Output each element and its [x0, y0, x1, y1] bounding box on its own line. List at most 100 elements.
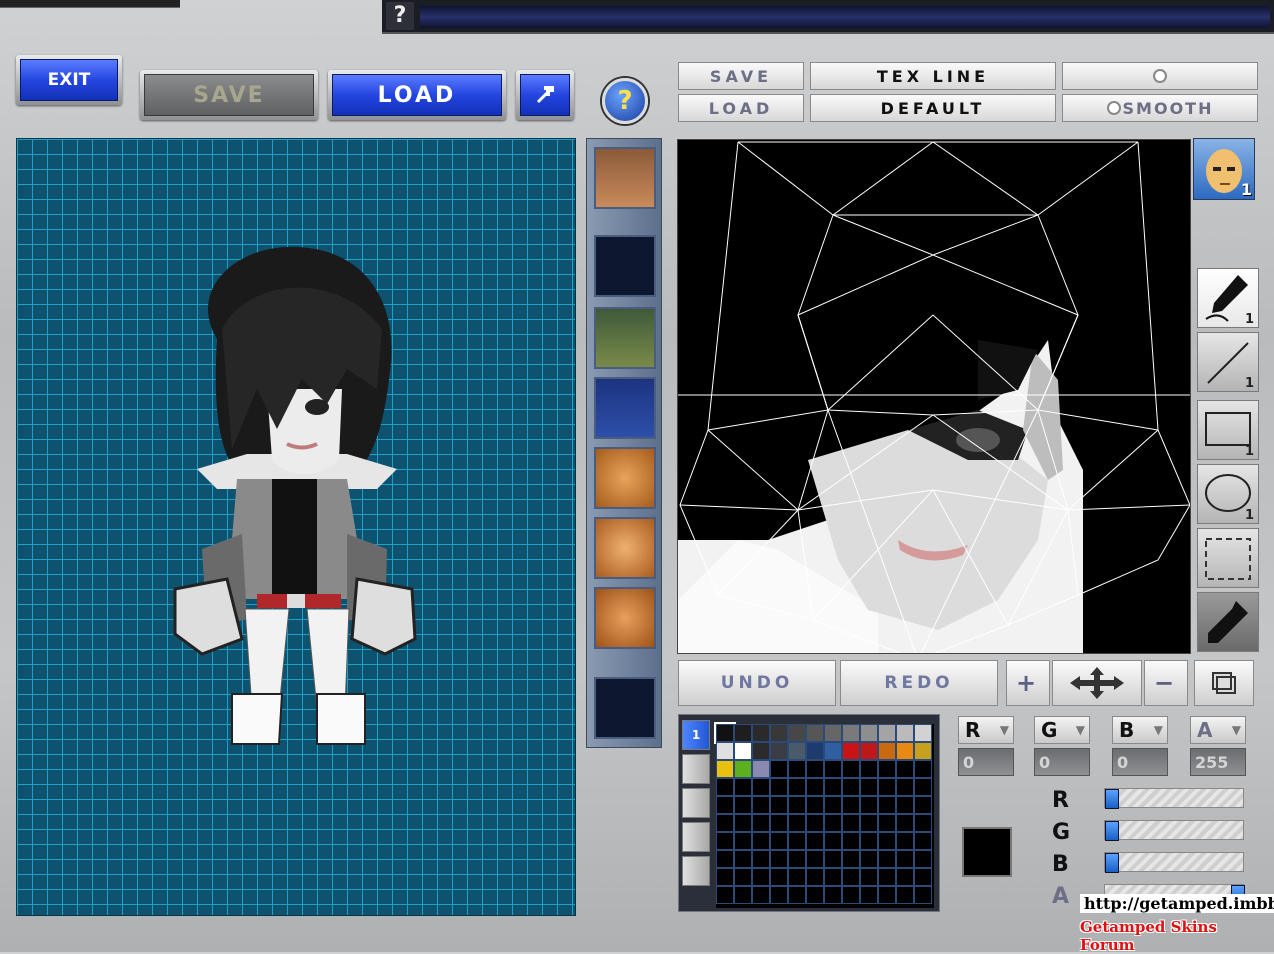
palette-cell[interactable]: [914, 868, 932, 886]
palette-cell[interactable]: [752, 742, 770, 760]
palette-cell[interactable]: [860, 724, 878, 742]
palette-cell[interactable]: [716, 778, 734, 796]
palette-cell[interactable]: [878, 724, 896, 742]
palette-cell[interactable]: [716, 814, 734, 832]
part-slot-face-2[interactable]: [594, 517, 656, 579]
tex-load-button[interactable]: LOAD: [678, 94, 804, 122]
palette-cell[interactable]: [752, 814, 770, 832]
eyedropper-tool[interactable]: [1197, 592, 1259, 652]
palette-tab-4[interactable]: [682, 822, 710, 852]
palette-cell[interactable]: [788, 796, 806, 814]
palette-cell[interactable]: [842, 832, 860, 850]
palette-cell[interactable]: [914, 850, 932, 868]
help-question-icon[interactable]: ?: [602, 78, 648, 124]
palette-cell[interactable]: [788, 886, 806, 904]
palette-cell[interactable]: [752, 850, 770, 868]
palette-cell[interactable]: [824, 868, 842, 886]
tex-save-button[interactable]: SAVE: [678, 62, 804, 90]
b-channel-select[interactable]: B ▼: [1112, 716, 1168, 744]
palette-cell[interactable]: [860, 832, 878, 850]
palette-cell[interactable]: [896, 724, 914, 742]
palette-cell[interactable]: [896, 796, 914, 814]
palette-cell[interactable]: [824, 742, 842, 760]
palette-cell[interactable]: [752, 868, 770, 886]
palette-cell[interactable]: [806, 778, 824, 796]
palette-cell[interactable]: [896, 832, 914, 850]
b-slider[interactable]: [1104, 852, 1244, 873]
palette-cell[interactable]: [914, 796, 932, 814]
palette-cell[interactable]: [734, 814, 752, 832]
a-value-field[interactable]: 255: [1190, 748, 1246, 776]
palette-cell[interactable]: [878, 868, 896, 886]
palette-cell[interactable]: [878, 778, 896, 796]
palette-cell[interactable]: [824, 724, 842, 742]
palette-cell[interactable]: [860, 886, 878, 904]
palette-cell[interactable]: [824, 796, 842, 814]
palette-cell[interactable]: [878, 742, 896, 760]
texline-button[interactable]: TEX LINE: [810, 62, 1056, 90]
palette-cell[interactable]: [716, 886, 734, 904]
palette-cell[interactable]: [878, 760, 896, 778]
palette-cell[interactable]: [824, 778, 842, 796]
b-value-field[interactable]: 0: [1112, 748, 1168, 776]
palette-cell[interactable]: [788, 850, 806, 868]
palette-cell[interactable]: [734, 850, 752, 868]
palette-cell[interactable]: [842, 796, 860, 814]
g-value-field[interactable]: 0: [1034, 748, 1090, 776]
palette-cell[interactable]: [824, 832, 842, 850]
palette-tab-1[interactable]: 1: [682, 720, 710, 750]
palette-cell[interactable]: [716, 742, 734, 760]
smooth-radio[interactable]: SMOOTH: [1062, 94, 1258, 122]
slider-knob[interactable]: [1105, 853, 1119, 873]
palette-cell[interactable]: [716, 760, 734, 778]
palette-cell[interactable]: [770, 760, 788, 778]
palette-cell[interactable]: [770, 724, 788, 742]
palette-cell[interactable]: [860, 742, 878, 760]
palette-cell[interactable]: [716, 796, 734, 814]
zoom-in-button[interactable]: +: [1006, 660, 1050, 706]
palette-grid[interactable]: [714, 722, 934, 908]
palette-cell[interactable]: [806, 796, 824, 814]
palette-cell[interactable]: [896, 742, 914, 760]
g-channel-select[interactable]: G ▼: [1034, 716, 1090, 744]
palette-cell[interactable]: [734, 886, 752, 904]
palette-cell[interactable]: [734, 760, 752, 778]
layer-toggle-button[interactable]: [1194, 660, 1254, 706]
palette-cell[interactable]: [896, 760, 914, 778]
hammer-button[interactable]: [516, 70, 574, 120]
model-preview[interactable]: [16, 138, 576, 916]
palette-cell[interactable]: [770, 742, 788, 760]
palette-cell[interactable]: [914, 724, 932, 742]
palette-cell[interactable]: [752, 724, 770, 742]
palette-cell[interactable]: [842, 814, 860, 832]
undo-button[interactable]: UNDO: [678, 660, 836, 706]
palette-cell[interactable]: [806, 814, 824, 832]
help-icon[interactable]: ?: [386, 2, 414, 30]
palette-cell[interactable]: [770, 832, 788, 850]
palette-cell[interactable]: [824, 814, 842, 832]
palette-cell[interactable]: [788, 814, 806, 832]
palette-cell[interactable]: [734, 832, 752, 850]
palette-cell[interactable]: [770, 796, 788, 814]
save-button[interactable]: SAVE: [140, 70, 318, 120]
palette-cell[interactable]: [878, 850, 896, 868]
palette-cell[interactable]: [860, 850, 878, 868]
palette-cell[interactable]: [752, 778, 770, 796]
palette-cell[interactable]: [716, 832, 734, 850]
palette-cell[interactable]: [824, 760, 842, 778]
palette-cell[interactable]: [860, 796, 878, 814]
palette-cell[interactable]: [734, 724, 752, 742]
palette-cell[interactable]: [752, 886, 770, 904]
part-slot-robe[interactable]: [594, 377, 656, 439]
palette-cell[interactable]: [806, 832, 824, 850]
palette-cell[interactable]: [806, 724, 824, 742]
palette-cell[interactable]: [878, 832, 896, 850]
palette-cell[interactable]: [914, 778, 932, 796]
a-channel-select[interactable]: A ▼: [1190, 716, 1246, 744]
palette-cell[interactable]: [842, 760, 860, 778]
palette-cell[interactable]: [770, 868, 788, 886]
r-slider[interactable]: [1104, 788, 1244, 809]
palette-cell[interactable]: [788, 760, 806, 778]
palette-cell[interactable]: [824, 886, 842, 904]
part-slot-dragon[interactable]: [594, 307, 656, 369]
